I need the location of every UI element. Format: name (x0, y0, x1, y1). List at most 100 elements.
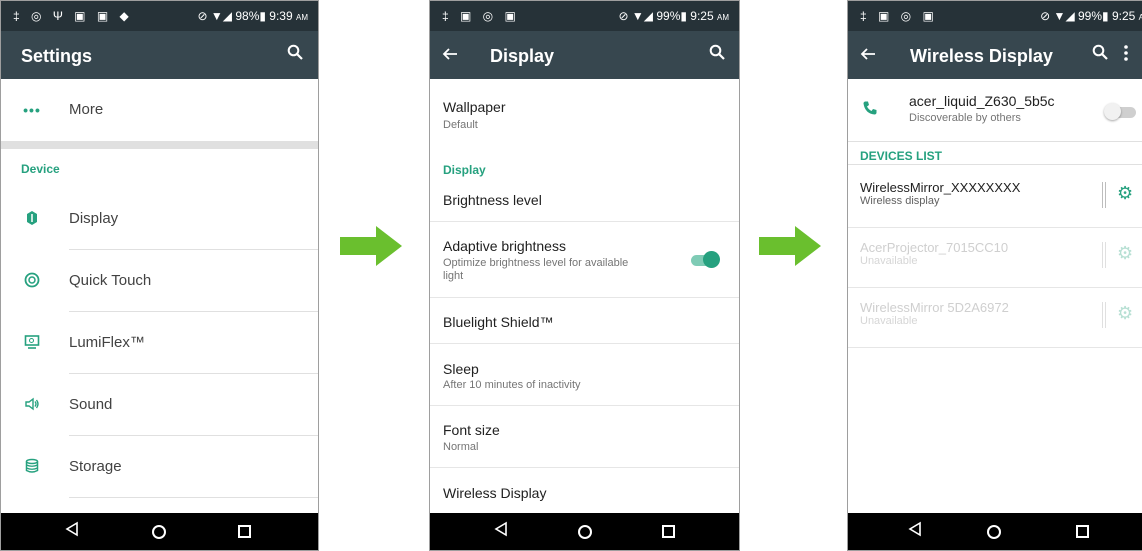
font-size-item[interactable]: Font size Normal (430, 406, 739, 468)
back-arrow-icon[interactable] (860, 41, 876, 68)
section-header-device: Device (21, 162, 60, 176)
clipped-section-header (444, 79, 534, 83)
recents-nav-icon[interactable] (662, 525, 675, 538)
status-icons-right: ⊘ ▼◢ 99%▮ 9:25 A (1040, 9, 1142, 23)
item-subtitle: Normal (443, 441, 479, 453)
back-nav-icon[interactable] (494, 521, 508, 542)
lumiflex-icon (23, 334, 41, 352)
device-item[interactable]: WirelessMirror 5D2A6972 Unavailable ⚙ (848, 288, 1142, 348)
item-title: Wireless Display (443, 485, 547, 501)
item-title: Brightness level (443, 192, 542, 208)
device-item[interactable]: AcerProjector_7015CC10 Unavailable ⚙ (848, 228, 1142, 288)
own-device-subtitle: Discoverable by others (909, 112, 1021, 124)
more-icon: ••• (23, 102, 41, 118)
section-header-display: Display (443, 163, 486, 177)
display-icon (23, 210, 41, 228)
back-nav-icon[interactable] (65, 521, 79, 542)
page-title: Settings (21, 46, 93, 66)
item-title: Adaptive brightness (443, 238, 566, 254)
recents-nav-icon[interactable] (1076, 525, 1089, 538)
item-title: Sleep (443, 361, 479, 377)
status-icons-left: ‡ ▣ ◎ ▣ (860, 9, 938, 23)
adaptive-brightness-toggle[interactable] (689, 251, 723, 269)
own-device-row: acer_liquid_Z630_5b5c Discoverable by ot… (848, 79, 1142, 141)
page-title: Display (490, 46, 555, 66)
storage-icon (23, 458, 41, 476)
item-subtitle: After 10 minutes of inactivity (443, 379, 581, 391)
status-icons-right: ⊘ ▼◢ 98%▮ 9:39 AM (197, 9, 308, 23)
device-item[interactable]: WirelessMirror_XXXXXXXX Wireless display… (848, 168, 1142, 228)
section-divider (1, 141, 318, 149)
settings-item-display[interactable]: Display (1, 188, 318, 250)
discoverable-toggle[interactable] (1104, 103, 1138, 121)
search-icon[interactable] (287, 44, 303, 65)
settings-item-label: LumiFlex™ (69, 334, 145, 351)
back-nav-icon[interactable] (908, 521, 922, 542)
item-title: Bluelight Shield™ (443, 314, 554, 330)
item-title: Font size (443, 422, 500, 438)
wireless-display-item[interactable]: Wireless Display (430, 468, 739, 515)
more-item[interactable]: ••• More (1, 79, 318, 141)
separator (1102, 302, 1106, 328)
wireless-display-screen: ‡ ▣ ◎ ▣ ⊘ ▼◢ 99%▮ 9:25 A Wireless Displa… (847, 0, 1142, 551)
sound-icon (23, 396, 41, 414)
settings-item-label: Sound (69, 396, 113, 413)
back-arrow-icon[interactable] (442, 41, 458, 68)
flow-arrow-icon (759, 226, 821, 271)
device-name: WirelessMirror 5D2A6972 (860, 300, 1009, 315)
item-subtitle: Default (443, 119, 478, 131)
phone-icon (862, 100, 878, 121)
settings-item-sound[interactable]: Sound (1, 374, 318, 436)
search-icon[interactable] (1092, 44, 1108, 65)
brightness-level-item[interactable]: Brightness level (430, 177, 739, 222)
separator (1102, 242, 1106, 268)
status-icons-left: ‡ ◎ Ψ ▣ ▣ ◆ (13, 9, 133, 23)
display-screen: ‡ ▣ ◎ ▣ ⊘ ▼◢ 99%▮ 9:25 AM Display Wallpa… (429, 0, 740, 551)
app-bar: Settings (1, 31, 318, 79)
settings-screen: ‡ ◎ Ψ ▣ ▣ ◆ ⊘ ▼◢ 98%▮ 9:39 AM Settings •… (0, 0, 319, 551)
adaptive-brightness-item[interactable]: Adaptive brightness Optimize brightness … (430, 222, 739, 298)
home-nav-icon[interactable] (152, 525, 166, 539)
more-label: More (69, 101, 104, 118)
recents-nav-icon[interactable] (238, 525, 251, 538)
bluelight-shield-item[interactable]: Bluelight Shield™ (430, 298, 739, 344)
device-settings-gear-icon[interactable]: ⚙ (1117, 303, 1133, 324)
device-status: Unavailable (860, 255, 918, 267)
device-name: AcerProjector_7015CC10 (860, 240, 1009, 255)
page-title: Wireless Display (910, 46, 1053, 66)
nav-bar (1, 513, 318, 550)
overflow-menu-icon[interactable] (1124, 41, 1128, 67)
wallpaper-item[interactable]: Wallpaper Default (430, 85, 739, 145)
divider (848, 164, 1142, 165)
nav-bar (430, 513, 739, 550)
flow-arrow-icon (340, 226, 402, 271)
item-subtitle: Optimize brightness level for available (443, 257, 629, 269)
divider (848, 347, 1142, 348)
settings-item-label: Quick Touch (69, 272, 152, 289)
device-name: WirelessMirror_XXXXXXXX (860, 180, 1021, 195)
own-device-name: acer_liquid_Z630_5b5c (909, 93, 1055, 109)
item-subtitle-line2: light (443, 270, 464, 282)
status-bar: ‡ ▣ ◎ ▣ ⊘ ▼◢ 99%▮ 9:25 A (848, 1, 1142, 31)
status-icons-left: ‡ ▣ ◎ ▣ (442, 9, 520, 23)
app-bar: Display (430, 31, 739, 79)
divider (69, 497, 318, 498)
device-status: Unavailable (860, 315, 918, 327)
home-nav-icon[interactable] (578, 525, 592, 539)
quick-touch-icon (23, 272, 41, 290)
item-title: Wallpaper (443, 99, 506, 115)
nav-bar (848, 513, 1142, 550)
settings-item-label: Storage (69, 458, 122, 475)
sleep-item[interactable]: Sleep After 10 minutes of inactivity (430, 344, 739, 406)
settings-item-quick-touch[interactable]: Quick Touch (1, 250, 318, 312)
app-bar: Wireless Display (848, 31, 1142, 79)
device-settings-gear-icon[interactable]: ⚙ (1117, 183, 1133, 204)
settings-item-storage[interactable]: Storage (1, 436, 318, 498)
status-bar: ‡ ◎ Ψ ▣ ▣ ◆ ⊘ ▼◢ 98%▮ 9:39 AM (1, 1, 318, 31)
separator (1102, 182, 1106, 208)
settings-item-label: Display (69, 210, 119, 227)
search-icon[interactable] (709, 44, 725, 65)
home-nav-icon[interactable] (987, 525, 1001, 539)
device-settings-gear-icon[interactable]: ⚙ (1117, 243, 1133, 264)
settings-item-lumiflex[interactable]: LumiFlex™ (1, 312, 318, 374)
